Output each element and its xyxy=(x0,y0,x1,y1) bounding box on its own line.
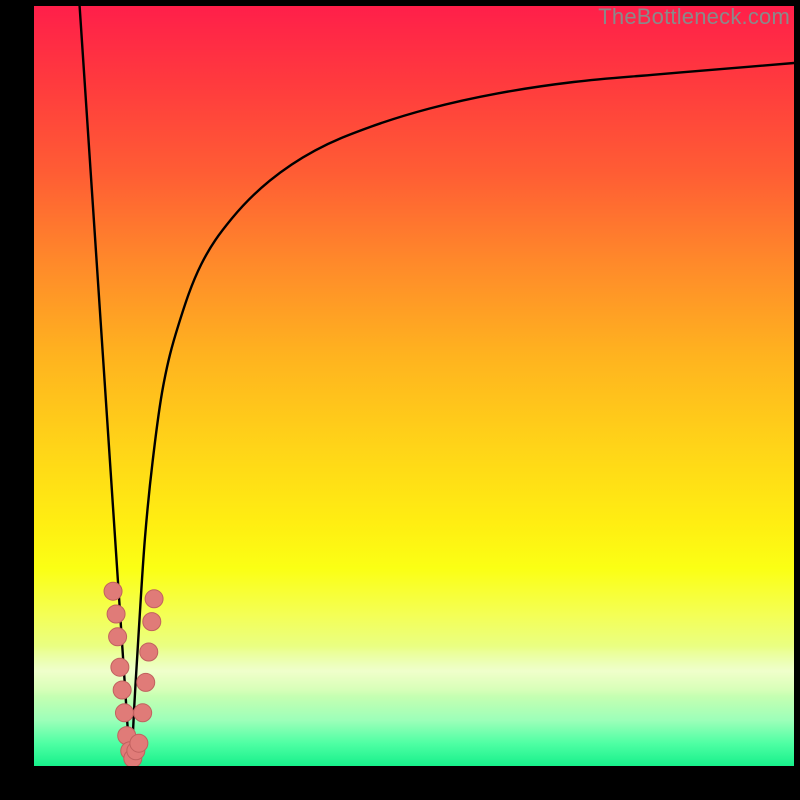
bottleneck-curve-left-branch xyxy=(80,6,132,766)
data-point-marker xyxy=(130,734,148,752)
data-point-marker xyxy=(107,605,125,623)
data-point-marker xyxy=(140,643,158,661)
chart-frame: TheBottleneck.com xyxy=(0,0,800,800)
data-point-marker xyxy=(115,704,133,722)
data-point-marker xyxy=(109,628,127,646)
data-point-marker xyxy=(137,673,155,691)
curve-overlay xyxy=(34,6,794,766)
data-point-marker xyxy=(134,704,152,722)
plot-area xyxy=(34,6,794,766)
watermark-text: TheBottleneck.com xyxy=(598,4,790,30)
data-point-marker xyxy=(113,681,131,699)
data-point-marker xyxy=(145,590,163,608)
data-point-marker xyxy=(111,658,129,676)
bottleneck-curve-right-branch xyxy=(131,63,794,766)
data-point-marker xyxy=(143,613,161,631)
data-point-marker xyxy=(104,582,122,600)
